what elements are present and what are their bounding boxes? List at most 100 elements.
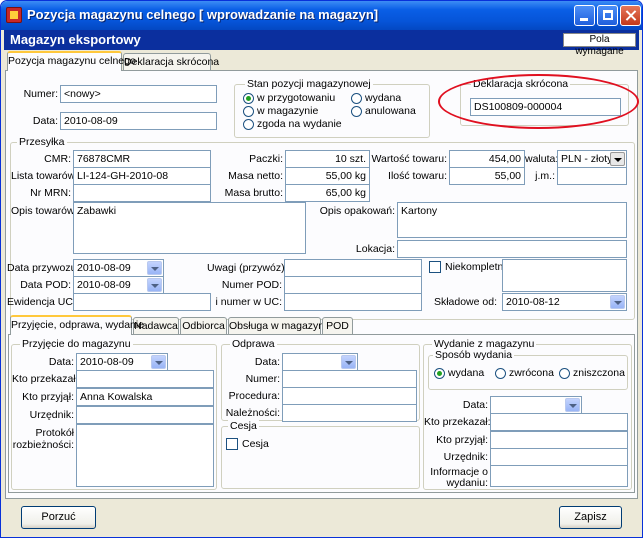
przyjecie-data-field[interactable]: 2010-08-09 [76,353,168,371]
data-field[interactable]: 2010-08-09 [60,112,217,130]
calendar-dropdown-icon[interactable] [610,295,625,309]
calendar-dropdown-icon[interactable] [151,355,166,369]
opis-opakowan-field[interactable]: Kartony [397,202,627,238]
wydanie-kto-przekazal-field[interactable] [490,413,628,431]
informacje-field[interactable] [490,465,628,487]
wartosc-field[interactable]: 454,00 [449,150,525,168]
przesylka-title: Przesyłka [17,136,67,148]
odprawa-data-field[interactable] [282,353,358,371]
wydanie-kto-przyjal-field[interactable] [490,431,628,449]
mrn-field[interactable] [73,184,211,202]
save-button[interactable]: Zapisz [559,506,622,529]
tab-odbiorca[interactable]: Odbiorca [180,317,227,335]
calendar-dropdown-icon[interactable] [341,355,356,369]
required-fields-button[interactable]: Pola wymagane [563,33,636,57]
waluta-select[interactable]: PLN - złoty [557,150,627,168]
data-pod-field[interactable]: 2010-08-09 [73,276,164,294]
wydanie-data-label: Data: [462,399,488,411]
wydanie-urzednik-label: Urzędnik: [443,451,488,463]
wartosc-label: Wartość towaru: [371,153,447,165]
niekompletna-checkbox[interactable] [429,261,441,273]
form-title: Magazyn eksportowy [10,32,141,47]
skladowe-field[interactable]: 2010-08-12 [502,293,627,311]
radio-label: anulowana [365,105,416,117]
odprawa-numer-field[interactable] [282,370,417,388]
title-bar[interactable]: Pozycja magazynu celnego [ wprowadzanie … [1,1,642,30]
kto-przyjal-field[interactable]: Anna Kowalska [76,388,214,406]
numer-pod-field[interactable] [284,276,422,294]
lista-field[interactable]: LI-124-GH-2010-08 [73,167,211,185]
naleznosci-label: Należności: [225,407,280,419]
data-pod-label: Data POD: [20,279,71,291]
lokacja-field[interactable] [397,240,627,258]
masa-brutto-field[interactable]: 65,00 kg [285,184,370,202]
opis-towarow-field[interactable]: Zabawki [73,202,306,254]
radio-anulowana[interactable] [351,106,362,117]
numer-field[interactable]: <nowy> [60,85,217,103]
main-window: Pozycja magazynu celnego [ wprowadzanie … [0,0,643,538]
protokol-label: Protokół [35,427,74,439]
przesylka-group: Przesyłka CMR: 76878CMR Lista towarów: L… [7,136,635,320]
radio-label: zniszczona [573,367,625,379]
wydanie-urzednik-field[interactable] [490,448,628,466]
cesja-title: Cesja [228,420,259,432]
tab-przyjecie[interactable]: Przyjęcie, odprawa, wydanie [10,315,144,335]
data-przywozu-field[interactable]: 2010-08-09 [73,259,164,277]
protokol-field[interactable] [76,424,214,487]
tab-obsluga[interactable]: Obsługa w magazynie [228,317,332,335]
calendar-dropdown-icon[interactable] [565,398,580,412]
urzednik-field[interactable] [76,406,214,424]
informacje-label-2: wydaniu: [446,477,488,489]
cancel-button[interactable]: Porzuć [21,506,96,529]
calendar-dropdown-icon[interactable] [147,278,162,292]
radio-zniszczona[interactable] [559,368,570,379]
paczki-field[interactable]: 10 szt. [285,150,370,168]
i-numer-field[interactable] [284,293,422,311]
minimize-icon [580,18,588,21]
form-header: Magazyn eksportowy Pola wymagane [4,30,639,57]
ilosc-field[interactable]: 55,00 [449,167,525,185]
maximize-button[interactable] [597,5,618,26]
radio-wydana-out[interactable] [434,368,445,379]
cmr-label: CMR: [44,153,71,165]
radio-wydana[interactable] [351,93,362,104]
cesja-checkbox[interactable] [226,438,238,450]
close-button[interactable] [620,5,641,26]
odprawa-numer-label: Numer: [245,373,280,385]
jm-field[interactable] [557,167,627,185]
kto-przekazal-label: Kto przekazał: [12,373,79,385]
kto-przekazal-field[interactable] [76,370,214,388]
radio-zwrocona[interactable] [495,368,506,379]
tab-deklaracja[interactable]: Deklaracja skrócona [123,53,219,71]
minimize-button[interactable] [574,5,595,26]
cesja-group: Cesja Cesja [221,420,420,489]
przyjecie-group: Przyjęcie do magazynu Data: 2010-08-09 K… [11,338,217,490]
sposob-title: Sposób wydania [433,349,515,361]
radio-w-przygotowaniu[interactable] [243,93,254,104]
radio-w-magazynie[interactable] [243,106,254,117]
procedura-field[interactable] [282,387,417,405]
radio-zgoda[interactable] [243,119,254,130]
maximize-icon [603,10,613,20]
uwagi-field[interactable] [284,259,422,277]
kto-przyjal-label: Kto przyjął: [22,391,74,403]
calendar-dropdown-icon[interactable] [147,261,162,275]
radio-label: w przygotowaniu [257,92,336,104]
skladowe-value: 2010-08-12 [506,296,560,308]
masa-brutto-label: Masa brutto: [224,187,283,199]
niekompletna-notes[interactable] [502,259,627,292]
ewidencja-field[interactable] [73,293,211,311]
masa-netto-field[interactable]: 55,00 kg [285,167,370,185]
naleznosci-field[interactable] [282,404,417,422]
ewidencja-label: Ewidencja UC: [7,296,76,308]
opis-towarow-label: Opis towarów: [11,205,78,217]
odprawa-title: Odprawa [230,338,277,350]
tab-pod[interactable]: POD [322,317,353,335]
cmr-field[interactable]: 76878CMR [73,150,211,168]
masa-netto-label: Masa netto: [228,170,283,182]
mrn-label: Nr MRN: [30,187,71,199]
tab-pozycja[interactable]: Pozycja magazynu celnego [7,51,136,71]
wydanie-group: Wydanie z magazynu Sposób wydania wydana… [423,338,632,490]
chevron-down-icon[interactable] [610,152,625,166]
wydanie-data-field[interactable] [490,396,582,414]
